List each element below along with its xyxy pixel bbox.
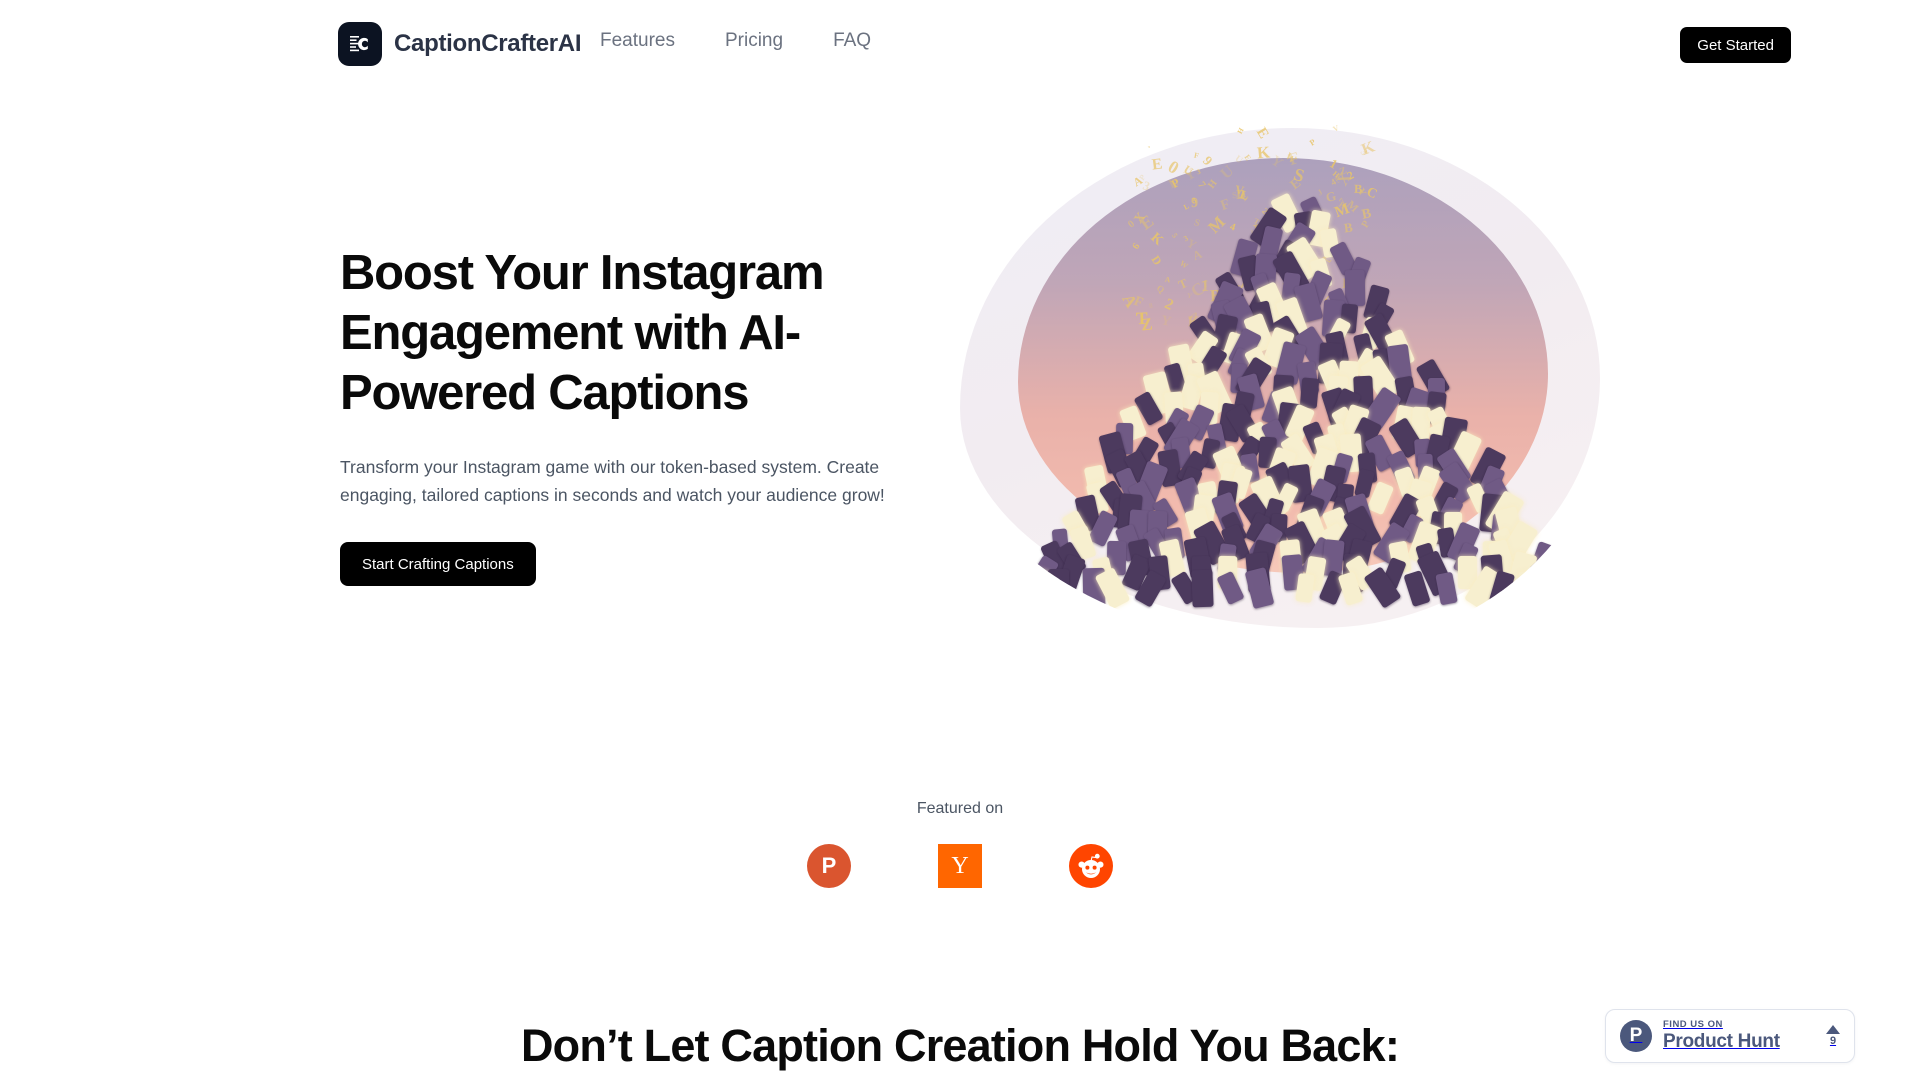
- upvote-count: 9: [1829, 1034, 1837, 1047]
- phone-shape: [1244, 566, 1275, 609]
- nav-item-features[interactable]: Features: [600, 30, 675, 52]
- phone-shape: [1216, 570, 1245, 606]
- product-hunt-badge-glyph: P: [1629, 1025, 1643, 1046]
- hero-illustration: 4EBZEXTQ9C334654SV46FF0P6ASEH2KUE6K2SKQT…: [952, 118, 1612, 648]
- hacker-news-icon[interactable]: Y: [938, 844, 982, 888]
- featured-logos: P Y: [0, 844, 1920, 888]
- featured-on-section: Featured on P Y: [0, 800, 1920, 888]
- landing-page: CaptionCrafterAI Features Pricing FAQ Ge…: [0, 0, 1920, 1080]
- phone-shape: [1190, 569, 1213, 607]
- nav-item-pricing[interactable]: Pricing: [725, 30, 783, 52]
- product-hunt-badge-title: Product Hunt: [1663, 1031, 1780, 1052]
- product-hunt-upvote[interactable]: 9: [1826, 1024, 1840, 1048]
- phone-shape: [1435, 571, 1458, 605]
- phone-mountain: [952, 118, 1612, 648]
- phone-shape: [1300, 377, 1320, 409]
- brand-name: CaptionCrafterAI: [394, 30, 582, 57]
- phone-shape: [1344, 269, 1366, 307]
- hero-section: Boost Your Instagram Engagement with AI-…: [0, 88, 1920, 788]
- nav-links: Features Pricing FAQ: [600, 30, 871, 52]
- product-hunt-icon[interactable]: P: [807, 844, 851, 888]
- hero-subtitle: Transform your Instagram game with our t…: [340, 457, 885, 505]
- nav-item-faq[interactable]: FAQ: [833, 30, 871, 52]
- caption-crafter-logo-icon: [338, 22, 382, 66]
- phone-shape: [1517, 570, 1541, 606]
- product-hunt-badge-widget[interactable]: P FIND US ON Product Hunt 9: [1605, 1009, 1855, 1063]
- hacker-news-glyph: Y: [951, 852, 969, 879]
- phone-shape: [1047, 569, 1069, 607]
- hero-title: Boost Your Instagram Engagement with AI-…: [340, 246, 825, 420]
- start-crafting-captions-button[interactable]: Start Crafting Captions: [340, 542, 536, 586]
- product-hunt-badge-icon: P: [1620, 1020, 1652, 1052]
- product-hunt-badge-text: FIND US ON Product Hunt: [1663, 1019, 1780, 1053]
- upvote-arrow-icon: [1826, 1024, 1840, 1034]
- product-hunt-glyph: P: [821, 853, 837, 878]
- reddit-icon[interactable]: [1069, 844, 1113, 888]
- featured-on-label: Featured on: [916, 800, 1004, 817]
- top-navigation-bar: CaptionCrafterAI Features Pricing FAQ Ge…: [0, 0, 1920, 88]
- get-started-button[interactable]: Get Started: [1680, 27, 1791, 63]
- product-hunt-badge-kicker: FIND US ON: [1663, 1019, 1723, 1030]
- hero-copy: Boost Your Instagram Engagement with AI-…: [340, 243, 940, 586]
- hero-art-clip: 4EBZEXTQ9C334654SV46FF0P6ASEH2KUE6K2SKQT…: [952, 118, 1612, 648]
- phone-shape: [1295, 572, 1315, 604]
- brand-logo-link[interactable]: CaptionCrafterAI: [338, 22, 582, 66]
- phone-shape: [1543, 567, 1576, 609]
